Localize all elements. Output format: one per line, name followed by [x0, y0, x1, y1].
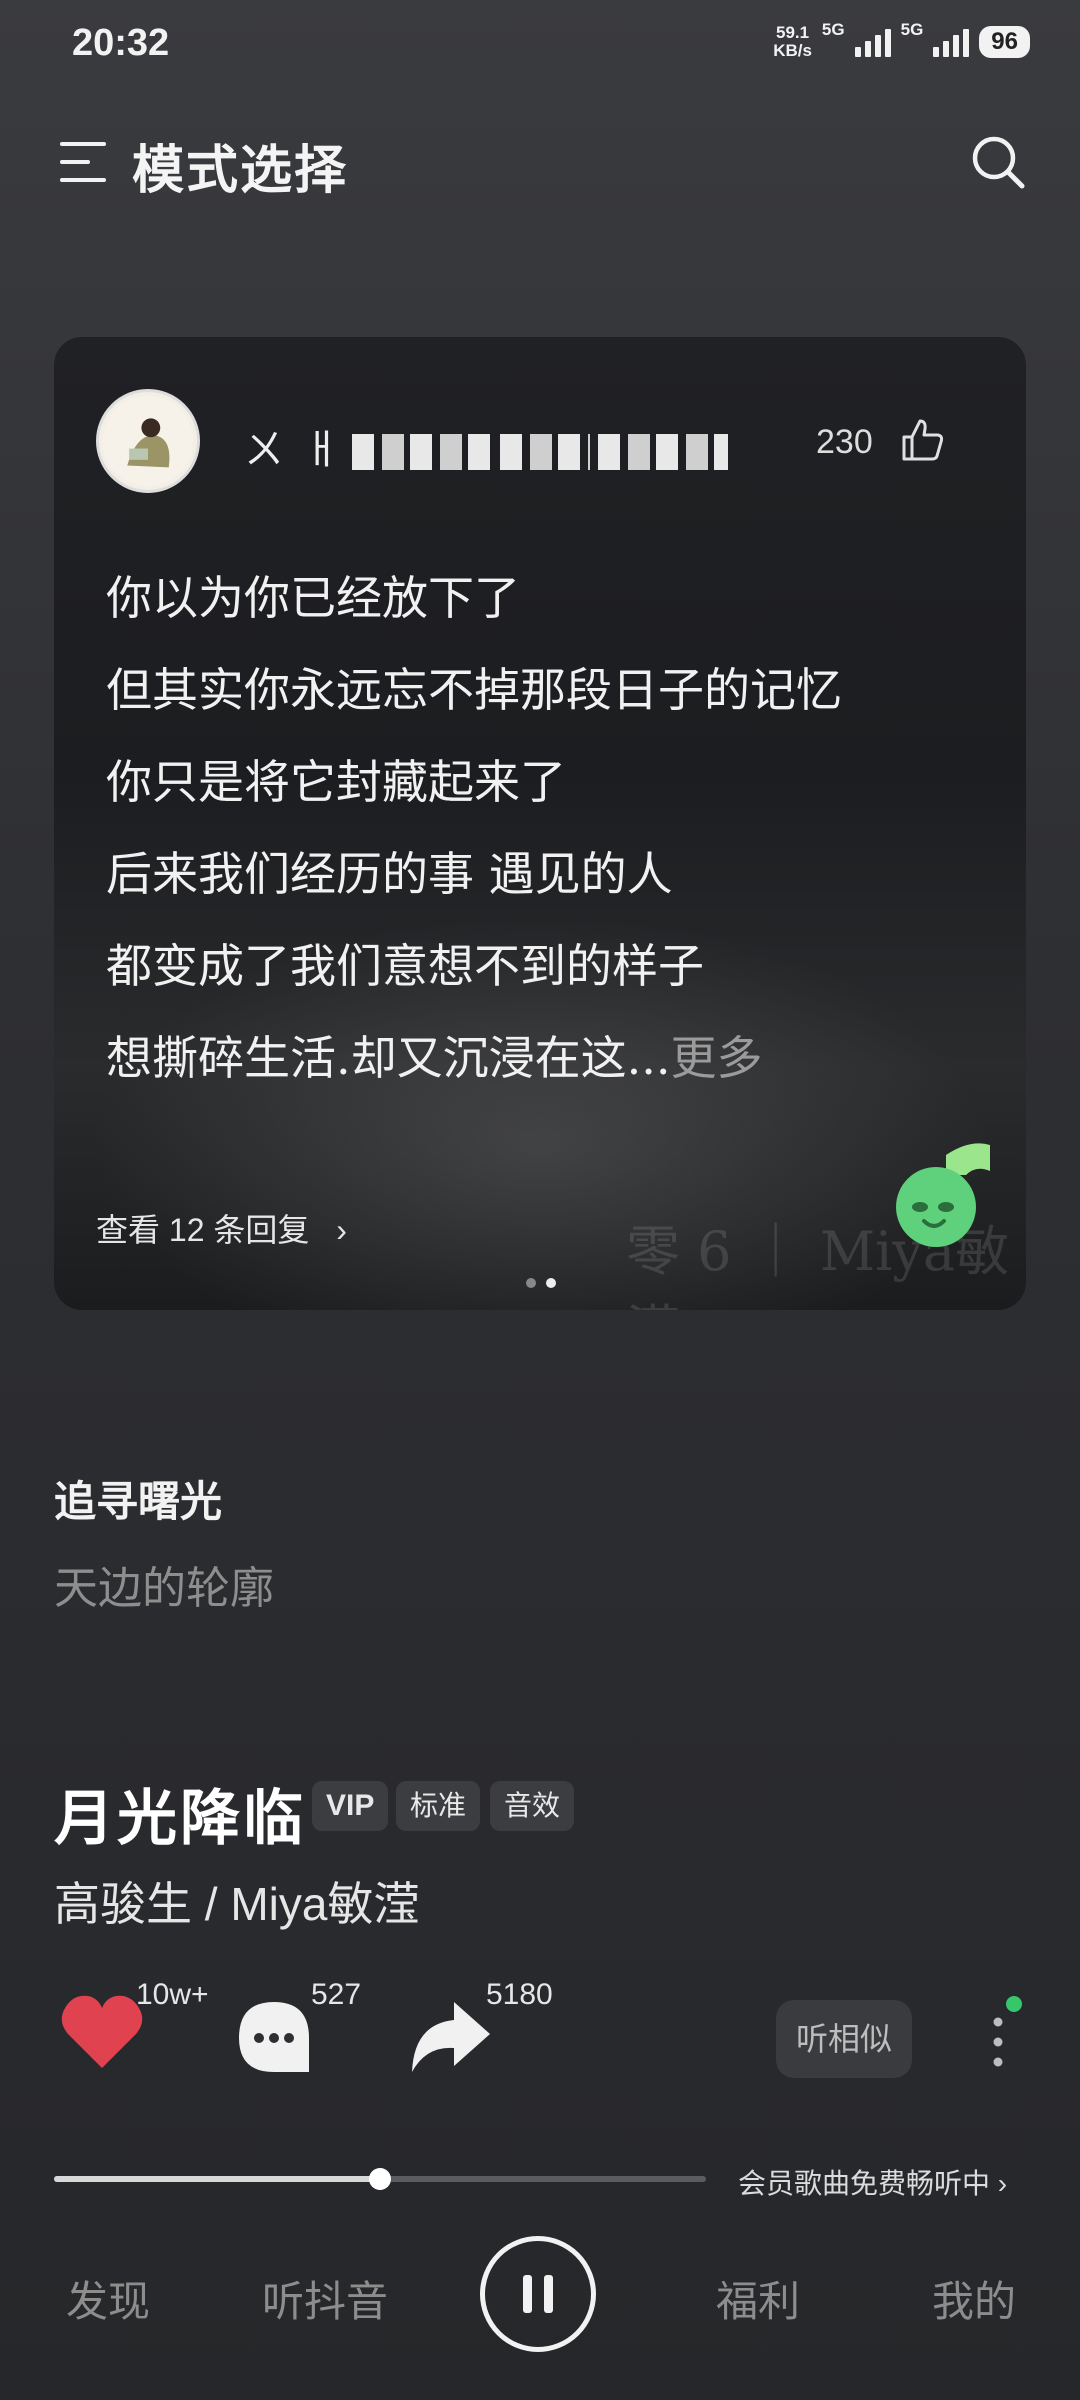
next-lyric[interactable]: 天边的轮廓	[54, 1552, 274, 1616]
network-speed-value: 59.1	[776, 23, 810, 42]
comment-line: 你只是将它封藏起来了	[106, 755, 566, 809]
comment-author-prefix: ㄨ ㅐ	[244, 428, 344, 472]
nav-listen-douyin[interactable]: 听抖音	[262, 2268, 388, 2329]
nav-welfare[interactable]: 福利	[716, 2268, 800, 2329]
comment-line: 你以为你已经放下了	[106, 571, 520, 625]
artist-name[interactable]: 高骏生 / Miya敏滢	[54, 1868, 419, 1934]
redacted-name-block	[499, 434, 590, 471]
comment-line: 但其实你永远忘不掉那段日子的记忆	[106, 663, 842, 717]
chevron-right-icon: ›	[997, 2168, 1008, 2199]
avatar[interactable]	[96, 389, 200, 493]
nav-me[interactable]: 我的	[932, 2268, 1016, 2329]
signal-icon	[854, 27, 891, 57]
status-time: 20:32	[72, 22, 170, 64]
music-mascot-icon[interactable]	[880, 1135, 1000, 1255]
view-replies-link[interactable]: 查看 12 条回复 ›	[96, 1205, 347, 1251]
progress-played	[54, 2176, 380, 2182]
chevron-right-icon: ›	[336, 1212, 347, 1248]
menu-icon[interactable]	[60, 140, 108, 184]
comment-line-text: 想撕碎生活.却又沉浸在这...	[106, 1031, 671, 1085]
signal-icon-2	[933, 27, 970, 57]
comment-text[interactable]: 你以为你已经放下了 但其实你永远忘不掉那段日子的记忆 你只是将它封藏起来了 后来…	[106, 552, 986, 1104]
page-title[interactable]: 模式选择	[132, 128, 348, 203]
song-title[interactable]: 月光降临	[54, 1770, 306, 1857]
search-icon[interactable]	[970, 134, 1026, 190]
vip-free-hint-label: 会员歌曲免费畅听中	[738, 2168, 991, 2199]
nav-discover[interactable]: 发现	[66, 2268, 150, 2329]
share-arrow-icon[interactable]	[408, 1994, 492, 2078]
network-speed: 59.1 KB/s	[773, 24, 812, 60]
network-type-2: 5G	[900, 20, 924, 39]
more-options-icon[interactable]	[992, 2014, 1004, 2070]
vip-free-hint[interactable]: 会员歌曲免费畅听中 ›	[738, 2162, 1007, 2202]
page-dot-active	[546, 1278, 556, 1288]
network-type-1: 5G	[821, 20, 845, 39]
redacted-name-block	[351, 434, 492, 471]
comment-like-count: 230	[816, 423, 873, 461]
current-lyric[interactable]: 追寻曙光	[54, 1468, 222, 1529]
comment-count: 527	[311, 1978, 362, 2011]
redacted-name-block	[597, 434, 728, 471]
thumbs-up-icon[interactable]	[900, 417, 946, 463]
network-speed-unit: KB/s	[773, 41, 812, 60]
like-heart-icon[interactable]	[58, 1992, 146, 2072]
status-indicators: 59.1 KB/s 5G 5G 96	[773, 20, 1030, 60]
progress-thumb[interactable]	[369, 2168, 391, 2190]
vip-badge: VIP	[312, 1781, 389, 1831]
battery-indicator: 96	[979, 26, 1030, 58]
comment-author[interactable]: ㄨ ㅐ	[244, 417, 728, 475]
comment-bubble-icon[interactable]	[235, 1998, 313, 2076]
more-link[interactable]: 更多	[671, 1031, 763, 1085]
pause-icon	[523, 2275, 553, 2313]
page-indicator	[526, 1278, 556, 1288]
sound-effect-button[interactable]: 音效	[490, 1781, 575, 1831]
share-count: 5180	[486, 1978, 553, 2011]
comment-card[interactable]: ㄨ ㅐ 230 你以为你已经放下了 但其实你永远忘不掉那段日子的记忆 你只是将它…	[54, 337, 1026, 1310]
comment-line: 都变成了我们意想不到的样子	[106, 939, 704, 993]
comment-line: 后来我们经历的事 遇见的人	[106, 847, 673, 901]
pause-button[interactable]	[480, 2236, 596, 2352]
page-dot	[526, 1278, 536, 1288]
notification-dot	[1006, 1996, 1022, 2012]
quality-button[interactable]: 标准	[396, 1781, 481, 1831]
comment-line-last: 想撕碎生活.却又沉浸在这...更多	[106, 1012, 986, 1104]
view-replies-label: 查看 12 条回复	[96, 1212, 310, 1248]
like-count: 10w+	[136, 1978, 209, 2011]
listen-similar-button[interactable]: 听相似	[776, 2000, 912, 2078]
